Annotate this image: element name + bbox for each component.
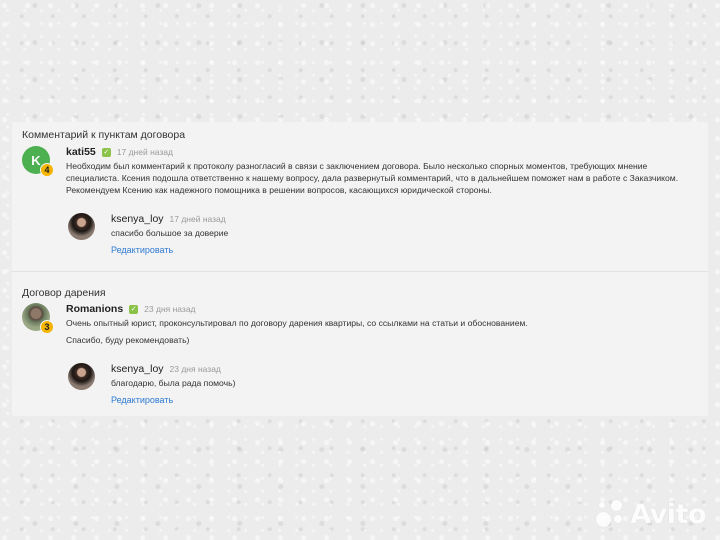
comment-header: Romanions ✓ 23 дня назад [66,303,196,315]
timestamp: 23 дня назад [169,364,221,374]
verified-icon: ✓ [129,304,139,314]
reply-header: ksenya_loy 17 дней назад [111,213,226,225]
reviews-panel: Комментарий к пунктам договора K 4 kati5… [12,122,708,416]
edit-link[interactable]: Редактировать [111,245,173,255]
level-badge: 4 [40,163,54,177]
username[interactable]: Romanions [66,303,123,315]
section-divider [12,271,708,272]
reply-header: ksenya_loy 23 дня назад [111,363,221,375]
review-section: Комментарий к пунктам договора K 4 kati5… [12,122,708,271]
comment-header: kati55 ✓ 17 дней назад [66,146,173,158]
timestamp: 17 дней назад [169,214,226,224]
avito-logo-icon: Avito [594,498,706,530]
timestamp: 23 дня назад [144,304,196,314]
edit-link[interactable]: Редактировать [111,395,173,405]
username[interactable]: kati55 [66,146,96,158]
avatar[interactable] [68,213,95,240]
section-title: Комментарий к пунктам договора [22,129,186,141]
avito-dots-icon [594,498,626,530]
comment-text: Необходим был комментарий к протоколу ра… [66,161,679,195]
comment-text: Очень опытный юрист, проконсультировал п… [66,318,528,328]
avatar-letter: K [31,152,41,168]
comment-text: Спасибо, буду рекомендовать) [66,335,190,345]
reply-text: благодарю, была рада помочь) [111,378,236,388]
watermark-text: Avito [630,498,706,530]
verified-icon: ✓ [101,147,111,157]
avatar[interactable] [68,363,95,390]
review-section: Договор дарения 3 Romanions ✓ 23 дня наз… [12,279,708,416]
username[interactable]: ksenya_loy [111,363,164,375]
username[interactable]: ksenya_loy [111,213,164,225]
section-title: Договор дарения [22,287,106,299]
level-badge: 3 [40,320,54,334]
reply-text: спасибо большое за доверие [111,228,229,238]
timestamp: 17 дней назад [116,147,173,157]
